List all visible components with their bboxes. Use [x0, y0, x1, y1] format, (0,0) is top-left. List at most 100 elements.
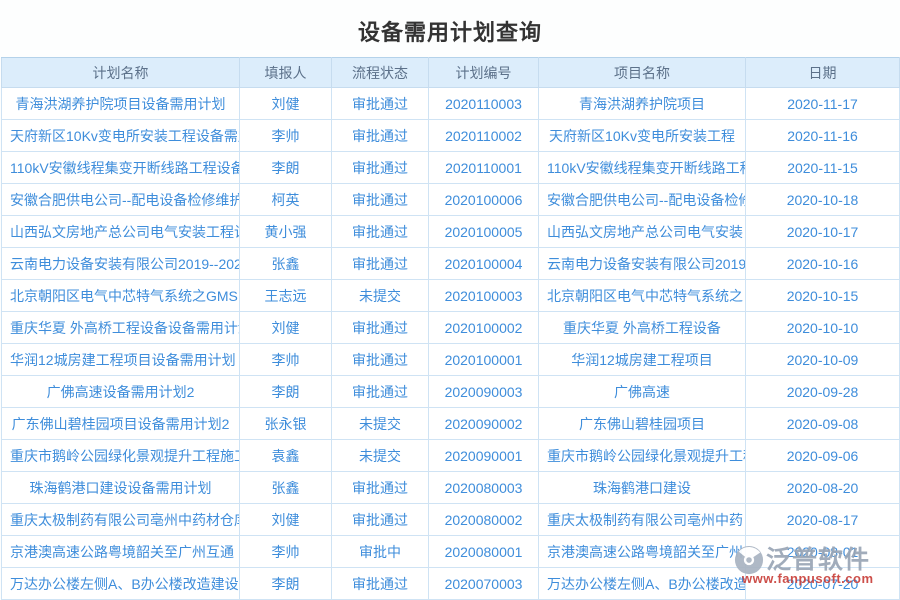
- reporter-name: 刘健: [240, 312, 332, 344]
- plan-number-link[interactable]: 2020110002: [429, 120, 539, 152]
- plan-number-link[interactable]: 2020080003: [429, 472, 539, 504]
- status-text: 审批通过: [332, 376, 429, 408]
- date-value: 2020-10-17: [746, 216, 900, 248]
- project-name: 广佛高速: [539, 376, 746, 408]
- plan-name-link[interactable]: 山西弘文房地产总公司电气安装工程计划: [2, 216, 240, 248]
- header-plan-number: 计划编号: [429, 58, 539, 88]
- reporter-name: 张永银: [240, 408, 332, 440]
- plan-name-link[interactable]: 万达办公楼左侧A、B办公楼改造建设: [2, 568, 240, 600]
- status-text: 未提交: [332, 440, 429, 472]
- plan-number-link[interactable]: 2020110003: [429, 88, 539, 120]
- project-name: 重庆华夏 外高桥工程设备: [539, 312, 746, 344]
- plan-name-link[interactable]: 广东佛山碧桂园项目设备需用计划2: [2, 408, 240, 440]
- date-value: 2020-09-06: [746, 440, 900, 472]
- status-text: 审批通过: [332, 152, 429, 184]
- date-value: 2020-09-28: [746, 376, 900, 408]
- table-row: 万达办公楼左侧A、B办公楼改造建设李朗审批通过2020070003万达办公楼左侧…: [2, 568, 900, 600]
- plan-number-link[interactable]: 2020100006: [429, 184, 539, 216]
- table-row: 安徽合肥供电公司--配电设备检修维护柯英审批通过2020100006安徽合肥供电…: [2, 184, 900, 216]
- plan-name-link[interactable]: 珠海鹤港口建设设备需用计划: [2, 472, 240, 504]
- plan-number-link[interactable]: 2020090002: [429, 408, 539, 440]
- plan-number-link[interactable]: 2020080001: [429, 536, 539, 568]
- page-title: 设备需用计划查询: [0, 0, 900, 57]
- plan-name-link[interactable]: 京港澳高速公路粤境韶关至广州互通: [2, 536, 240, 568]
- status-text: 审批通过: [332, 216, 429, 248]
- date-value: 2020-08-20: [746, 472, 900, 504]
- table-row: 华润12城房建工程项目设备需用计划李帅审批通过2020100001华润12城房建…: [2, 344, 900, 376]
- date-value: 2020-08-01: [746, 536, 900, 568]
- date-value: 2020-11-17: [746, 88, 900, 120]
- reporter-name: 刘健: [240, 504, 332, 536]
- table-row: 广东佛山碧桂园项目设备需用计划2张永银未提交2020090002广东佛山碧桂园项…: [2, 408, 900, 440]
- status-text: 审批通过: [332, 568, 429, 600]
- plan-name-link[interactable]: 云南电力设备安装有限公司2019--2020: [2, 248, 240, 280]
- plan-number-link[interactable]: 2020100005: [429, 216, 539, 248]
- reporter-name: 王志远: [240, 280, 332, 312]
- plan-name-link[interactable]: 110kV安徽线程集变开断线路工程设备计划: [2, 152, 240, 184]
- status-text: 未提交: [332, 408, 429, 440]
- table-body: 青海洪湖养护院项目设备需用计划刘健审批通过2020110003青海洪湖养护院项目…: [2, 88, 900, 600]
- plan-name-link[interactable]: 重庆华夏 外高桥工程设备设备需用计划: [2, 312, 240, 344]
- status-text: 审批通过: [332, 184, 429, 216]
- plan-name-link[interactable]: 重庆市鹅岭公园绿化景观提升工程施工: [2, 440, 240, 472]
- plan-number-link[interactable]: 2020090001: [429, 440, 539, 472]
- plan-name-link[interactable]: 北京朝阳区电气中芯特气系统之GMS: [2, 280, 240, 312]
- plan-name-link[interactable]: 天府新区10Kv变电所安装工程设备需用计划: [2, 120, 240, 152]
- plan-query-table: 计划名称 填报人 流程状态 计划编号 项目名称 日期 青海洪湖养护院项目设备需用…: [1, 57, 900, 600]
- reporter-name: 李帅: [240, 536, 332, 568]
- reporter-name: 袁鑫: [240, 440, 332, 472]
- date-value: 2020-10-10: [746, 312, 900, 344]
- project-name: 山西弘文房地产总公司电气安装: [539, 216, 746, 248]
- plan-name-link[interactable]: 青海洪湖养护院项目设备需用计划: [2, 88, 240, 120]
- date-value: 2020-10-09: [746, 344, 900, 376]
- project-name: 万达办公楼左侧A、B办公楼改造: [539, 568, 746, 600]
- plan-name-link[interactable]: 重庆太极制药有限公司亳州中药材仓库: [2, 504, 240, 536]
- plan-number-link[interactable]: 2020080002: [429, 504, 539, 536]
- status-text: 审批通过: [332, 120, 429, 152]
- date-value: 2020-10-18: [746, 184, 900, 216]
- date-value: 2020-10-16: [746, 248, 900, 280]
- table-row: 珠海鹤港口建设设备需用计划张鑫审批通过2020080003珠海鹤港口建设2020…: [2, 472, 900, 504]
- project-name: 云南电力设备安装有限公司2019: [539, 248, 746, 280]
- date-value: 2020-11-16: [746, 120, 900, 152]
- table-row: 重庆太极制药有限公司亳州中药材仓库刘健审批通过2020080002重庆太极制药有…: [2, 504, 900, 536]
- project-name: 珠海鹤港口建设: [539, 472, 746, 504]
- reporter-name: 柯英: [240, 184, 332, 216]
- equipment-plan-query-page: 设备需用计划查询 计划名称 填报人 流程状态 计划编号 项目名称 日期 青海洪湖…: [0, 0, 900, 600]
- reporter-name: 李帅: [240, 120, 332, 152]
- header-status: 流程状态: [332, 58, 429, 88]
- status-text: 审批通过: [332, 472, 429, 504]
- status-text: 审批通过: [332, 504, 429, 536]
- plan-number-link[interactable]: 2020070003: [429, 568, 539, 600]
- table-row: 青海洪湖养护院项目设备需用计划刘健审批通过2020110003青海洪湖养护院项目…: [2, 88, 900, 120]
- plan-name-link[interactable]: 安徽合肥供电公司--配电设备检修维护: [2, 184, 240, 216]
- reporter-name: 李朗: [240, 376, 332, 408]
- date-value: 2020-11-15: [746, 152, 900, 184]
- plan-number-link[interactable]: 2020100004: [429, 248, 539, 280]
- status-text: 审批通过: [332, 344, 429, 376]
- reporter-name: 张鑫: [240, 248, 332, 280]
- plan-name-link[interactable]: 华润12城房建工程项目设备需用计划: [2, 344, 240, 376]
- reporter-name: 李帅: [240, 344, 332, 376]
- plan-number-link[interactable]: 2020100002: [429, 312, 539, 344]
- date-value: 2020-08-17: [746, 504, 900, 536]
- plan-number-link[interactable]: 2020110001: [429, 152, 539, 184]
- table-header: 计划名称 填报人 流程状态 计划编号 项目名称 日期: [2, 58, 900, 88]
- reporter-name: 李朗: [240, 152, 332, 184]
- table-header-row: 计划名称 填报人 流程状态 计划编号 项目名称 日期: [2, 58, 900, 88]
- project-name: 青海洪湖养护院项目: [539, 88, 746, 120]
- table-row: 重庆华夏 外高桥工程设备设备需用计划刘健审批通过2020100002重庆华夏 外…: [2, 312, 900, 344]
- table-row: 110kV安徽线程集变开断线路工程设备计划李朗审批通过2020110001110…: [2, 152, 900, 184]
- project-name: 重庆市鹅岭公园绿化景观提升工程: [539, 440, 746, 472]
- plan-number-link[interactable]: 2020100003: [429, 280, 539, 312]
- project-name: 华润12城房建工程项目: [539, 344, 746, 376]
- date-value: 2020-07-20: [746, 568, 900, 600]
- date-value: 2020-10-15: [746, 280, 900, 312]
- reporter-name: 李朗: [240, 568, 332, 600]
- plan-number-link[interactable]: 2020100001: [429, 344, 539, 376]
- header-plan-name: 计划名称: [2, 58, 240, 88]
- plan-name-link[interactable]: 广佛高速设备需用计划2: [2, 376, 240, 408]
- plan-number-link[interactable]: 2020090003: [429, 376, 539, 408]
- status-text: 未提交: [332, 280, 429, 312]
- table-row: 云南电力设备安装有限公司2019--2020张鑫审批通过2020100004云南…: [2, 248, 900, 280]
